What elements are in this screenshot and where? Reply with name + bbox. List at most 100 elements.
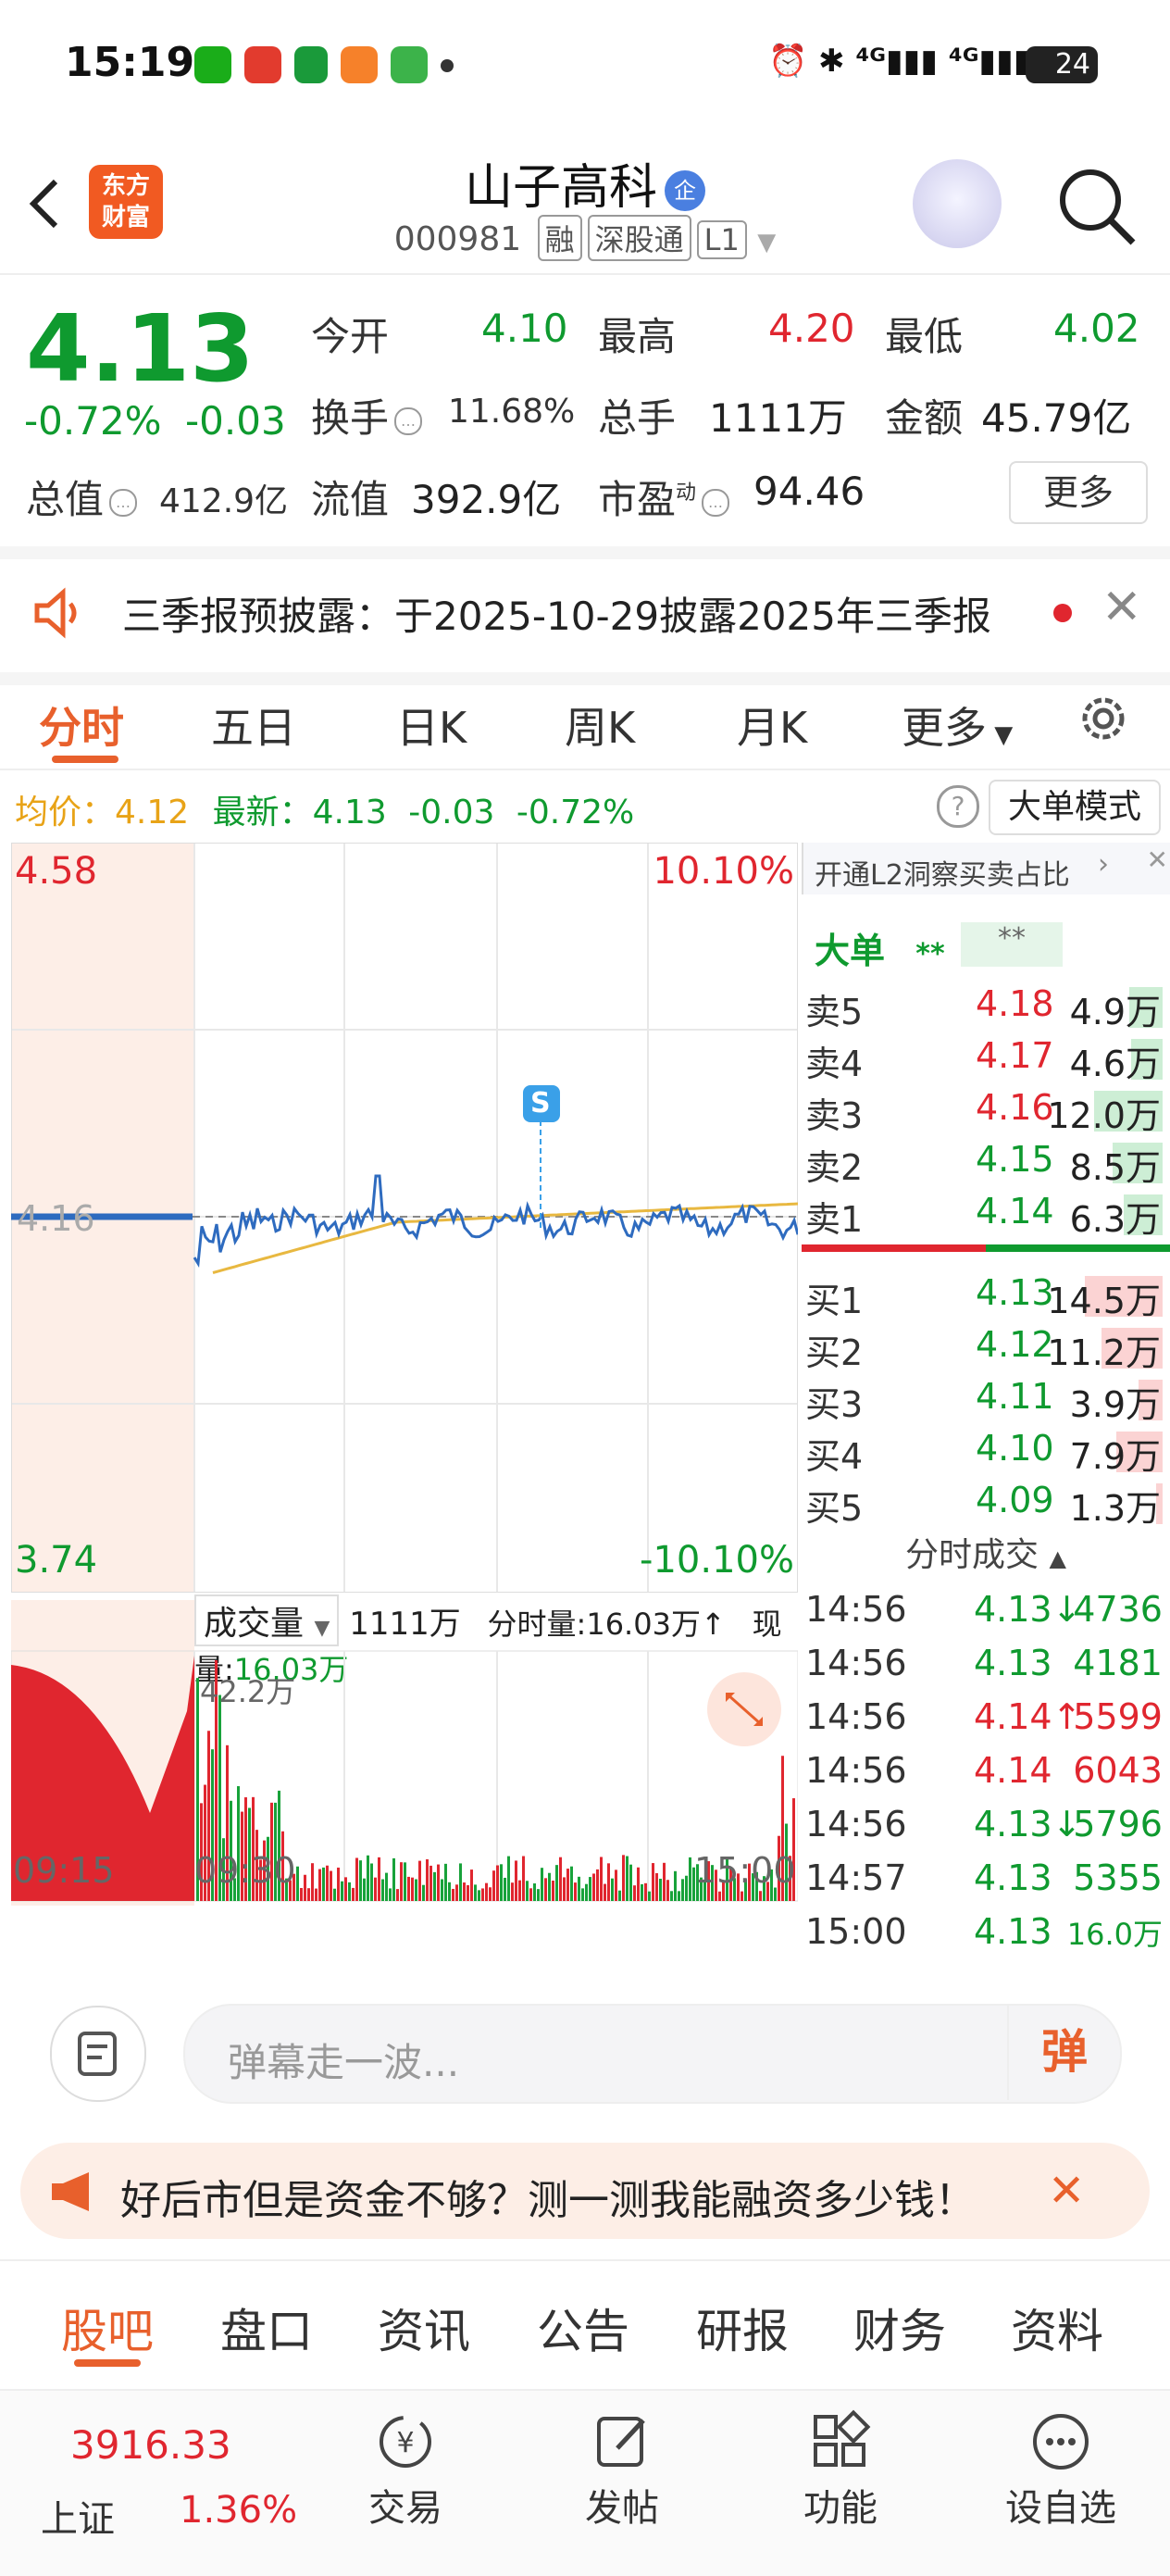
level-volume: 4.6万 bbox=[1069, 1044, 1161, 1084]
tag-level: L1 bbox=[696, 220, 747, 259]
trade-time: 14:56 bbox=[805, 1750, 907, 1791]
volume-bar bbox=[385, 1872, 388, 1901]
nav-functions[interactable]: 功能 bbox=[794, 2409, 887, 2532]
current-price: 4.13 bbox=[26, 294, 255, 403]
tab-monthly[interactable]: 月K bbox=[737, 694, 807, 756]
wechat-icon bbox=[194, 46, 231, 83]
tab-announcements[interactable]: 公告 bbox=[537, 2295, 629, 2361]
volume-chart[interactable]: 42.2万 09:15 09:30 15:00 bbox=[10, 1600, 799, 1906]
tab-orderbook[interactable]: 盘口 bbox=[220, 2295, 313, 2361]
pe-value: 94.46 bbox=[753, 469, 865, 514]
nav-add-watchlist[interactable]: 设自选 bbox=[996, 2409, 1126, 2532]
promo-close-icon[interactable]: ✕ bbox=[1048, 2165, 1085, 2217]
trade-price: 4.13 bbox=[974, 1643, 1052, 1683]
grid-icon bbox=[814, 2409, 871, 2467]
trade-price: 4.13 bbox=[974, 1911, 1052, 1952]
tab-weekly[interactable]: 周K bbox=[565, 694, 635, 756]
trade-volume: 5599 bbox=[1073, 1696, 1163, 1737]
bid-row-5[interactable]: 买5 4.09 1.3万 bbox=[802, 1476, 1170, 1529]
more-button[interactable]: 更多 bbox=[1009, 461, 1148, 524]
stock-header: 东方 财富 山子高科企 000981 融深股通 L1 ▼ bbox=[0, 139, 1170, 275]
level-label: 卖1 bbox=[805, 1199, 864, 1240]
amount-value: 45.79亿 bbox=[981, 395, 1132, 441]
volume-value: 1111万 bbox=[709, 395, 847, 441]
big-order-label: 大单 ** bbox=[815, 931, 945, 971]
tab-intraday[interactable]: 分时 bbox=[39, 694, 124, 756]
volume-bar bbox=[607, 1863, 610, 1901]
nav-trade[interactable]: ¥ 交易 bbox=[359, 2409, 452, 2532]
level-price: 4.11 bbox=[976, 1376, 1054, 1417]
ask-row-4[interactable]: 卖2 4.15 8.5万 bbox=[802, 1135, 1170, 1188]
volume-bar bbox=[348, 1882, 351, 1901]
intraday-chart[interactable]: 4.58 3.74 10.10% -10.10% 4.16 S bbox=[10, 842, 800, 1594]
danmu-settings-icon[interactable] bbox=[50, 2006, 146, 2102]
level-volume: 1.3万 bbox=[1069, 1488, 1161, 1529]
level-price: 4.12 bbox=[976, 1324, 1054, 1365]
dot-icon bbox=[441, 59, 454, 72]
app-icon bbox=[294, 46, 328, 83]
nav-post[interactable]: 发帖 bbox=[576, 2409, 668, 2532]
index-value[interactable]: 3916.33 bbox=[70, 2422, 231, 2468]
notification-icons bbox=[194, 46, 467, 87]
tab-daily[interactable]: 日K bbox=[396, 694, 467, 756]
top-price-label: 4.58 bbox=[15, 850, 98, 893]
trades-title[interactable]: 分时成交 ▲ bbox=[802, 1528, 1170, 1580]
mktcap-label: 总值… bbox=[26, 469, 143, 525]
settings-gear-icon[interactable] bbox=[1074, 689, 1133, 748]
volume-bar bbox=[307, 1888, 310, 1901]
close-promo-icon[interactable]: ✕ bbox=[1147, 844, 1168, 875]
trade-volume: 4181 bbox=[1073, 1643, 1163, 1683]
close-icon[interactable]: ✕ bbox=[1102, 580, 1142, 635]
volume-bar bbox=[592, 1873, 595, 1901]
tab-research[interactable]: 研报 bbox=[696, 2295, 789, 2361]
search-icon[interactable] bbox=[1055, 165, 1139, 248]
volume-bar bbox=[389, 1888, 392, 1901]
index-name: 上证 bbox=[41, 2498, 115, 2541]
volume-bar bbox=[311, 1863, 314, 1901]
l2-promo[interactable]: 开通L2洞察买卖占比 › ✕ bbox=[802, 843, 1170, 894]
open-value: 4.10 bbox=[481, 306, 568, 351]
tab-financials[interactable]: 财务 bbox=[853, 2295, 946, 2361]
level-price: 4.16 bbox=[976, 1087, 1054, 1128]
volume-bar bbox=[407, 1876, 410, 1901]
bid-row-3[interactable]: 买3 4.11 3.9万 bbox=[802, 1372, 1170, 1425]
volume-bar bbox=[411, 1877, 414, 1901]
volume-bar bbox=[559, 1857, 562, 1901]
trade-volume: 5796 bbox=[1073, 1804, 1163, 1844]
tab-news[interactable]: 资讯 bbox=[378, 2295, 470, 2361]
ask-row-2[interactable]: 卖4 4.17 4.6万 bbox=[802, 1032, 1170, 1084]
ask-row-1[interactable]: 卖5 4.18 4.9万 bbox=[802, 980, 1170, 1032]
danmu-input[interactable]: 弹幕走一波... bbox=[183, 2004, 1122, 2104]
big-order-mode-button[interactable]: 大单模式 bbox=[989, 780, 1161, 835]
trade-row: 14:56 4.13↓ 5796 bbox=[802, 1798, 1170, 1852]
notice-bar[interactable]: 三季报预披露：于2025-10-29披露2025年三季报 ✕ bbox=[0, 546, 1170, 685]
bid-row-4[interactable]: 买4 4.10 7.9万 bbox=[802, 1424, 1170, 1477]
trade-row: 15:00 4.13 16.0万 bbox=[802, 1906, 1170, 1959]
volume-bar bbox=[341, 1881, 343, 1901]
help-icon[interactable]: ? bbox=[937, 785, 979, 828]
index-pct: 1.36% bbox=[180, 2489, 298, 2532]
volume-bar bbox=[566, 1869, 569, 1901]
tab-5day[interactable]: 五日 bbox=[211, 694, 296, 756]
level-label: 买2 bbox=[805, 1332, 864, 1373]
trade-volume: 5355 bbox=[1073, 1857, 1163, 1898]
bid-row-1[interactable]: 买1 4.13 14.5万 bbox=[802, 1269, 1170, 1321]
volume-bar bbox=[496, 1865, 499, 1901]
tag-connect: 深股通 bbox=[587, 215, 691, 261]
volume-bar bbox=[500, 1864, 503, 1901]
speaker-icon bbox=[34, 587, 77, 639]
robot-assistant-icon[interactable] bbox=[913, 159, 1002, 248]
ask-row-3[interactable]: 卖3 4.16 12.0万 bbox=[802, 1083, 1170, 1136]
danmu-button[interactable]: 弹 bbox=[1007, 2004, 1120, 2100]
volume-bar bbox=[326, 1865, 329, 1901]
promo-banner[interactable]: 好后市但是资金不够？测一测我能融资多少钱！ ✕ bbox=[20, 2143, 1150, 2239]
tab-profile[interactable]: 资料 bbox=[1011, 2295, 1103, 2361]
trade-price: 4.13 bbox=[974, 1857, 1052, 1898]
tab-more[interactable]: 更多 ▼ bbox=[902, 694, 1013, 756]
volume-bar bbox=[626, 1856, 629, 1901]
stock-name: 山子高科 bbox=[464, 160, 657, 216]
tab-forum[interactable]: 股吧 bbox=[61, 2295, 154, 2361]
bid-row-2[interactable]: 买2 4.12 11.2万 bbox=[802, 1320, 1170, 1373]
level-volume: 8.5万 bbox=[1069, 1147, 1161, 1188]
ask-row-5[interactable]: 卖1 4.14 6.3万 bbox=[802, 1187, 1170, 1240]
